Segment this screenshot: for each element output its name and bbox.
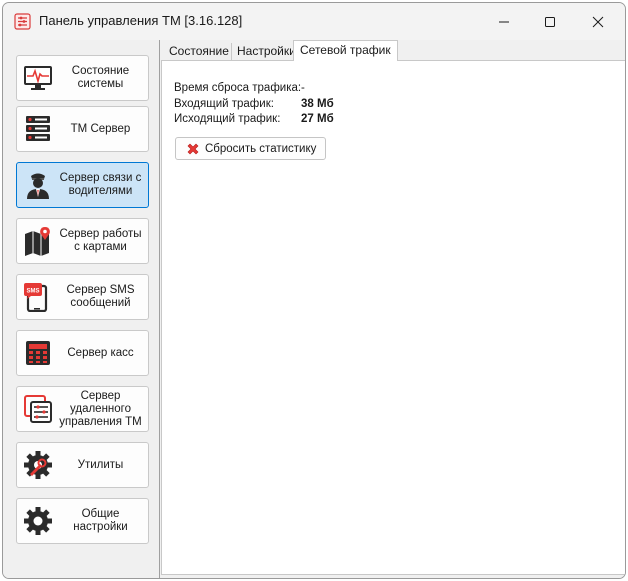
sidebar-item-utilities[interactable]: Утилиты [16, 442, 149, 488]
server-icon [22, 113, 54, 145]
minimize-button[interactable] [481, 3, 527, 40]
title-bar: Панель управления ТМ [3.16.128] [3, 3, 625, 40]
maximize-icon [545, 16, 555, 27]
tab-network-traffic[interactable]: Сетевой трафик [293, 40, 398, 61]
tab-settings[interactable]: Настройки [231, 43, 301, 61]
sidebar-item-map-server[interactable]: Сервер работы с картами [16, 218, 149, 264]
red-x-icon [187, 143, 199, 154]
sidebar-item-label: Сервер удаленного управления ТМ [59, 389, 142, 428]
svg-text:SMS: SMS [26, 289, 39, 295]
close-button[interactable] [575, 3, 621, 40]
maximize-button[interactable] [527, 3, 573, 40]
incoming-traffic-label: Входящий трафик: [174, 98, 274, 110]
reset-statistics-button[interactable]: Сбросить статистику [175, 137, 326, 160]
window-title: Панель управления ТМ [3.16.128] [39, 13, 243, 28]
sidebar-item-remote-control-server[interactable]: Сервер удаленного управления ТМ [16, 386, 149, 432]
map-pin-icon [22, 225, 54, 257]
sidebar-item-system-status[interactable]: Состояние системы [16, 55, 149, 101]
settings-gear-icon [22, 505, 54, 537]
driver-icon [22, 169, 54, 201]
main-content: Состояние Настройки Сетевой трафик Время… [161, 40, 625, 578]
sidebar-item-label: Утилиты [77, 458, 124, 471]
close-icon [592, 16, 604, 27]
remote-control-icon [22, 393, 54, 425]
sidebar-item-driver-server[interactable]: Сервер связи с водителями [16, 162, 149, 208]
sidebar: Состояние системы ТМ Сервер Сервер связи… [3, 40, 160, 578]
sidebar-item-label: Общие настройки [73, 508, 128, 533]
sidebar-item-label: Состояние системы [71, 65, 130, 90]
monitor-pulse-icon [22, 62, 54, 94]
outgoing-traffic-label: Исходящий трафик: [174, 113, 281, 125]
sidebar-item-general-settings[interactable]: Общие настройки [16, 498, 149, 544]
sidebar-item-label: Сервер касс [67, 346, 134, 359]
sidebar-item-cash-server[interactable]: Сервер касс [16, 330, 149, 376]
sidebar-item-label: Сервер работы с картами [59, 228, 142, 253]
outgoing-traffic-value: 27 Мб [301, 113, 334, 125]
reset-statistics-label: Сбросить статистику [205, 142, 317, 155]
sidebar-item-label: Сервер связи с водителями [59, 172, 142, 197]
tools-gear-icon [22, 449, 54, 481]
sidebar-item-tm-server[interactable]: ТМ Сервер [16, 106, 149, 152]
sidebar-item-sms-server[interactable]: SMS Сервер SMS сообщений [16, 274, 149, 320]
reset-time-value: - [301, 82, 305, 94]
sidebar-item-label: Сервер SMS сообщений [66, 284, 135, 309]
tab-bar: Состояние Настройки Сетевой трафик [161, 40, 625, 61]
control-panel-icon [14, 13, 31, 30]
app-window: Панель управления ТМ [3.16.128] Состояни… [2, 2, 626, 579]
minimize-icon [499, 21, 509, 22]
tab-status[interactable]: Состояние [164, 43, 234, 61]
incoming-traffic-value: 38 Мб [301, 98, 334, 110]
network-traffic-panel: Время сброса трафика: - Входящий трафик:… [161, 60, 625, 575]
sidebar-item-label: ТМ Сервер [70, 122, 131, 135]
cash-register-icon [22, 337, 54, 369]
sms-phone-icon: SMS [22, 281, 54, 313]
reset-time-label: Время сброса трафика: [174, 82, 302, 94]
